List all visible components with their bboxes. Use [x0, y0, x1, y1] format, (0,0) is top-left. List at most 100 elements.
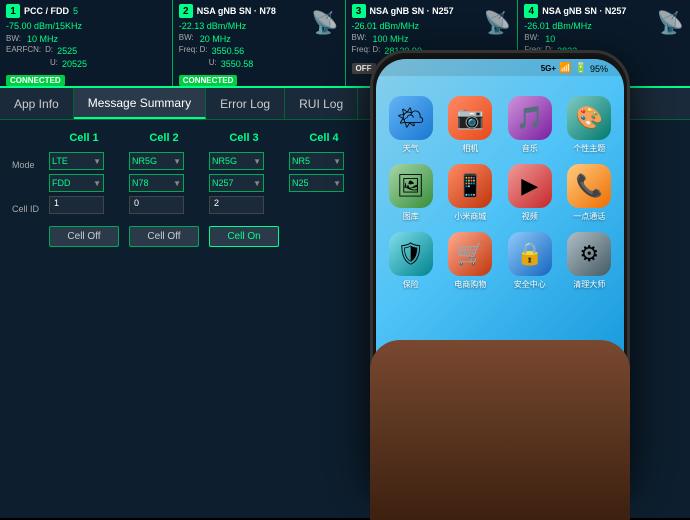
app-shop-label: 电商购物 [454, 279, 486, 290]
cell2-band-arrow: ▼ [173, 179, 181, 188]
phone-status-bar: 5G+ 📶 🔋 95% [376, 59, 624, 76]
app-cleaner-icon: ⚙ [567, 232, 611, 276]
cell1-num: 5 [73, 5, 78, 18]
app-video-icon: ▶ [508, 164, 552, 208]
label-cellid: Cell ID [12, 200, 39, 218]
cell2-u-label: U: [209, 58, 217, 71]
cell3-band-arrow: ▼ [253, 179, 261, 188]
app-store-icon: 📱 [448, 164, 492, 208]
cell3-band-select[interactable]: N257 ▼ [209, 174, 264, 192]
cell1-mode-value: LTE [52, 156, 68, 166]
app-call[interactable]: 📞 一点通话 [565, 164, 615, 222]
cell2-freq-u: 3550.58 [221, 58, 254, 71]
cell1-bw-label: BW: [6, 34, 21, 43]
cell1-duplex-select[interactable]: FDD ▼ [49, 174, 104, 192]
cell3-bw: 100 MHz [372, 33, 408, 46]
app-theme-icon: 🎨 [567, 96, 611, 140]
app-cleaner-label: 清理大师 [573, 279, 605, 290]
cell4-config-label: Cell 4 [289, 132, 359, 144]
app-music-icon: 🎵 [508, 96, 552, 140]
app-camera-label: 相机 [462, 143, 478, 154]
app-music-label: 音乐 [522, 143, 538, 154]
cell2-band-value: N78 [132, 178, 149, 188]
app-grid: 🌤 天气 📷 相机 🎵 音乐 🎨 个性主题 🖼 图库 [376, 76, 624, 300]
app-store[interactable]: 📱 小米商城 [446, 164, 496, 222]
app-weather[interactable]: 🌤 天气 [386, 96, 436, 154]
app-video[interactable]: ▶ 视频 [505, 164, 555, 222]
app-shop[interactable]: 🛒 电商购物 [446, 232, 496, 290]
cell-bar-2: 2 NSA gNB SN · N78 -22.13 dBm/MHz BW: 20… [173, 0, 346, 86]
tab-message-summary[interactable]: Message Summary [74, 88, 206, 119]
app-security[interactable]: 🔒 安全中心 [505, 232, 555, 290]
label-blank [12, 222, 39, 240]
app-store-label: 小米商城 [454, 211, 486, 222]
app-theme[interactable]: 🎨 个性主题 [565, 96, 615, 154]
tower-icon-3: 📡 [484, 10, 511, 36]
cell1-mode-select[interactable]: LTE ▼ [49, 152, 104, 170]
cell2-config-label: Cell 2 [129, 132, 199, 144]
cell4-bw: 10 [545, 33, 555, 46]
cell1-u-label: U: [50, 58, 58, 71]
app-weather-icon: 🌤 [389, 96, 433, 140]
cell3-mode-select[interactable]: NR5G ▼ [209, 152, 264, 170]
cell3-button[interactable]: Cell On [209, 226, 279, 247]
app-cleaner[interactable]: ⚙ 清理大师 [565, 232, 615, 290]
app-insurance-icon: 🛡 [389, 232, 433, 276]
cell1-status: CONNECTED [6, 75, 65, 86]
cell3-id-input[interactable]: 2 [209, 196, 264, 214]
cell1-duplex-value: FDD [52, 178, 71, 188]
cell2-status: CONNECTED [179, 75, 238, 86]
cell2-mode-arrow: ▼ [173, 157, 181, 166]
cell2-freq-d: 3550.56 [212, 45, 245, 58]
cell-num-4: 4 [524, 4, 538, 18]
cell2-button[interactable]: Cell Off [129, 226, 199, 247]
app-weather-label: 天气 [403, 143, 419, 154]
tab-rui-log[interactable]: RUI Log [285, 88, 358, 119]
tab-app-info[interactable]: App Info [0, 88, 74, 119]
cell4-mode-value: NR5 [292, 156, 310, 166]
tower-icon-4: 📡 [657, 10, 684, 36]
cell4-mode-arrow: ▼ [333, 157, 341, 166]
cell1-power: -75.00 dBm/15KHz [6, 20, 166, 33]
cell1-config: Cell 1 LTE ▼ FDD ▼ 1 Cell Off [49, 132, 119, 506]
app-theme-label: 个性主题 [573, 143, 605, 154]
tab-error-log[interactable]: Error Log [206, 88, 285, 119]
app-insurance[interactable]: 🛡 保险 [386, 232, 436, 290]
cell4-band-value: N25 [292, 178, 309, 188]
cell1-id-input[interactable]: 1 [49, 196, 104, 214]
cell2-freq-label: Freq: D: [179, 45, 208, 58]
cell2-config: Cell 2 NR5G ▼ N78 ▼ 0 Cell Off [129, 132, 199, 506]
cell3-mode-arrow: ▼ [253, 157, 261, 166]
signal-5g-icon: 5G+ [541, 64, 556, 73]
phone-container: 5G+ 📶 🔋 95% 🌤 天气 📷 相机 🎵 音乐 [370, 50, 630, 490]
cell2-band-select[interactable]: N78 ▼ [129, 174, 184, 192]
cell4-mode-select[interactable]: NR5 ▼ [289, 152, 344, 170]
app-gallery-icon: 🖼 [389, 164, 433, 208]
cell3-mode-value: NR5G [212, 156, 237, 166]
cell-num-1: 1 [6, 4, 20, 18]
cell1-d-label: D: [45, 45, 53, 58]
app-security-icon: 🔒 [508, 232, 552, 276]
cell3-config-label: Cell 3 [209, 132, 279, 144]
cell2-mode-value: NR5G [132, 156, 157, 166]
cell1-button[interactable]: Cell Off [49, 226, 119, 247]
app-music[interactable]: 🎵 音乐 [505, 96, 555, 154]
cell4-bw-label: BW: [524, 33, 539, 46]
cell2-mode-select[interactable]: NR5G ▼ [129, 152, 184, 170]
app-shop-icon: 🛒 [448, 232, 492, 276]
cell1-mode-arrow: ▼ [93, 157, 101, 166]
app-gallery[interactable]: 🖼 图库 [386, 164, 436, 222]
phone-status-icons: 5G+ 📶 🔋 95% [541, 63, 608, 74]
cell2-id-input[interactable]: 0 [129, 196, 184, 214]
row-labels: Mode Cell ID [12, 132, 39, 506]
label-duplex [12, 178, 39, 196]
app-camera[interactable]: 📷 相机 [446, 96, 496, 154]
app-call-icon: 📞 [567, 164, 611, 208]
app-camera-icon: 📷 [448, 96, 492, 140]
cell4-band-select[interactable]: N25 ▼ [289, 174, 344, 192]
cell2-title: NSA gNB SN · N78 [197, 6, 276, 16]
app-security-label: 安全中心 [514, 279, 546, 290]
cell4-band-arrow: ▼ [333, 179, 341, 188]
cell-num-2: 2 [179, 4, 193, 18]
label-mode: Mode [12, 156, 39, 174]
